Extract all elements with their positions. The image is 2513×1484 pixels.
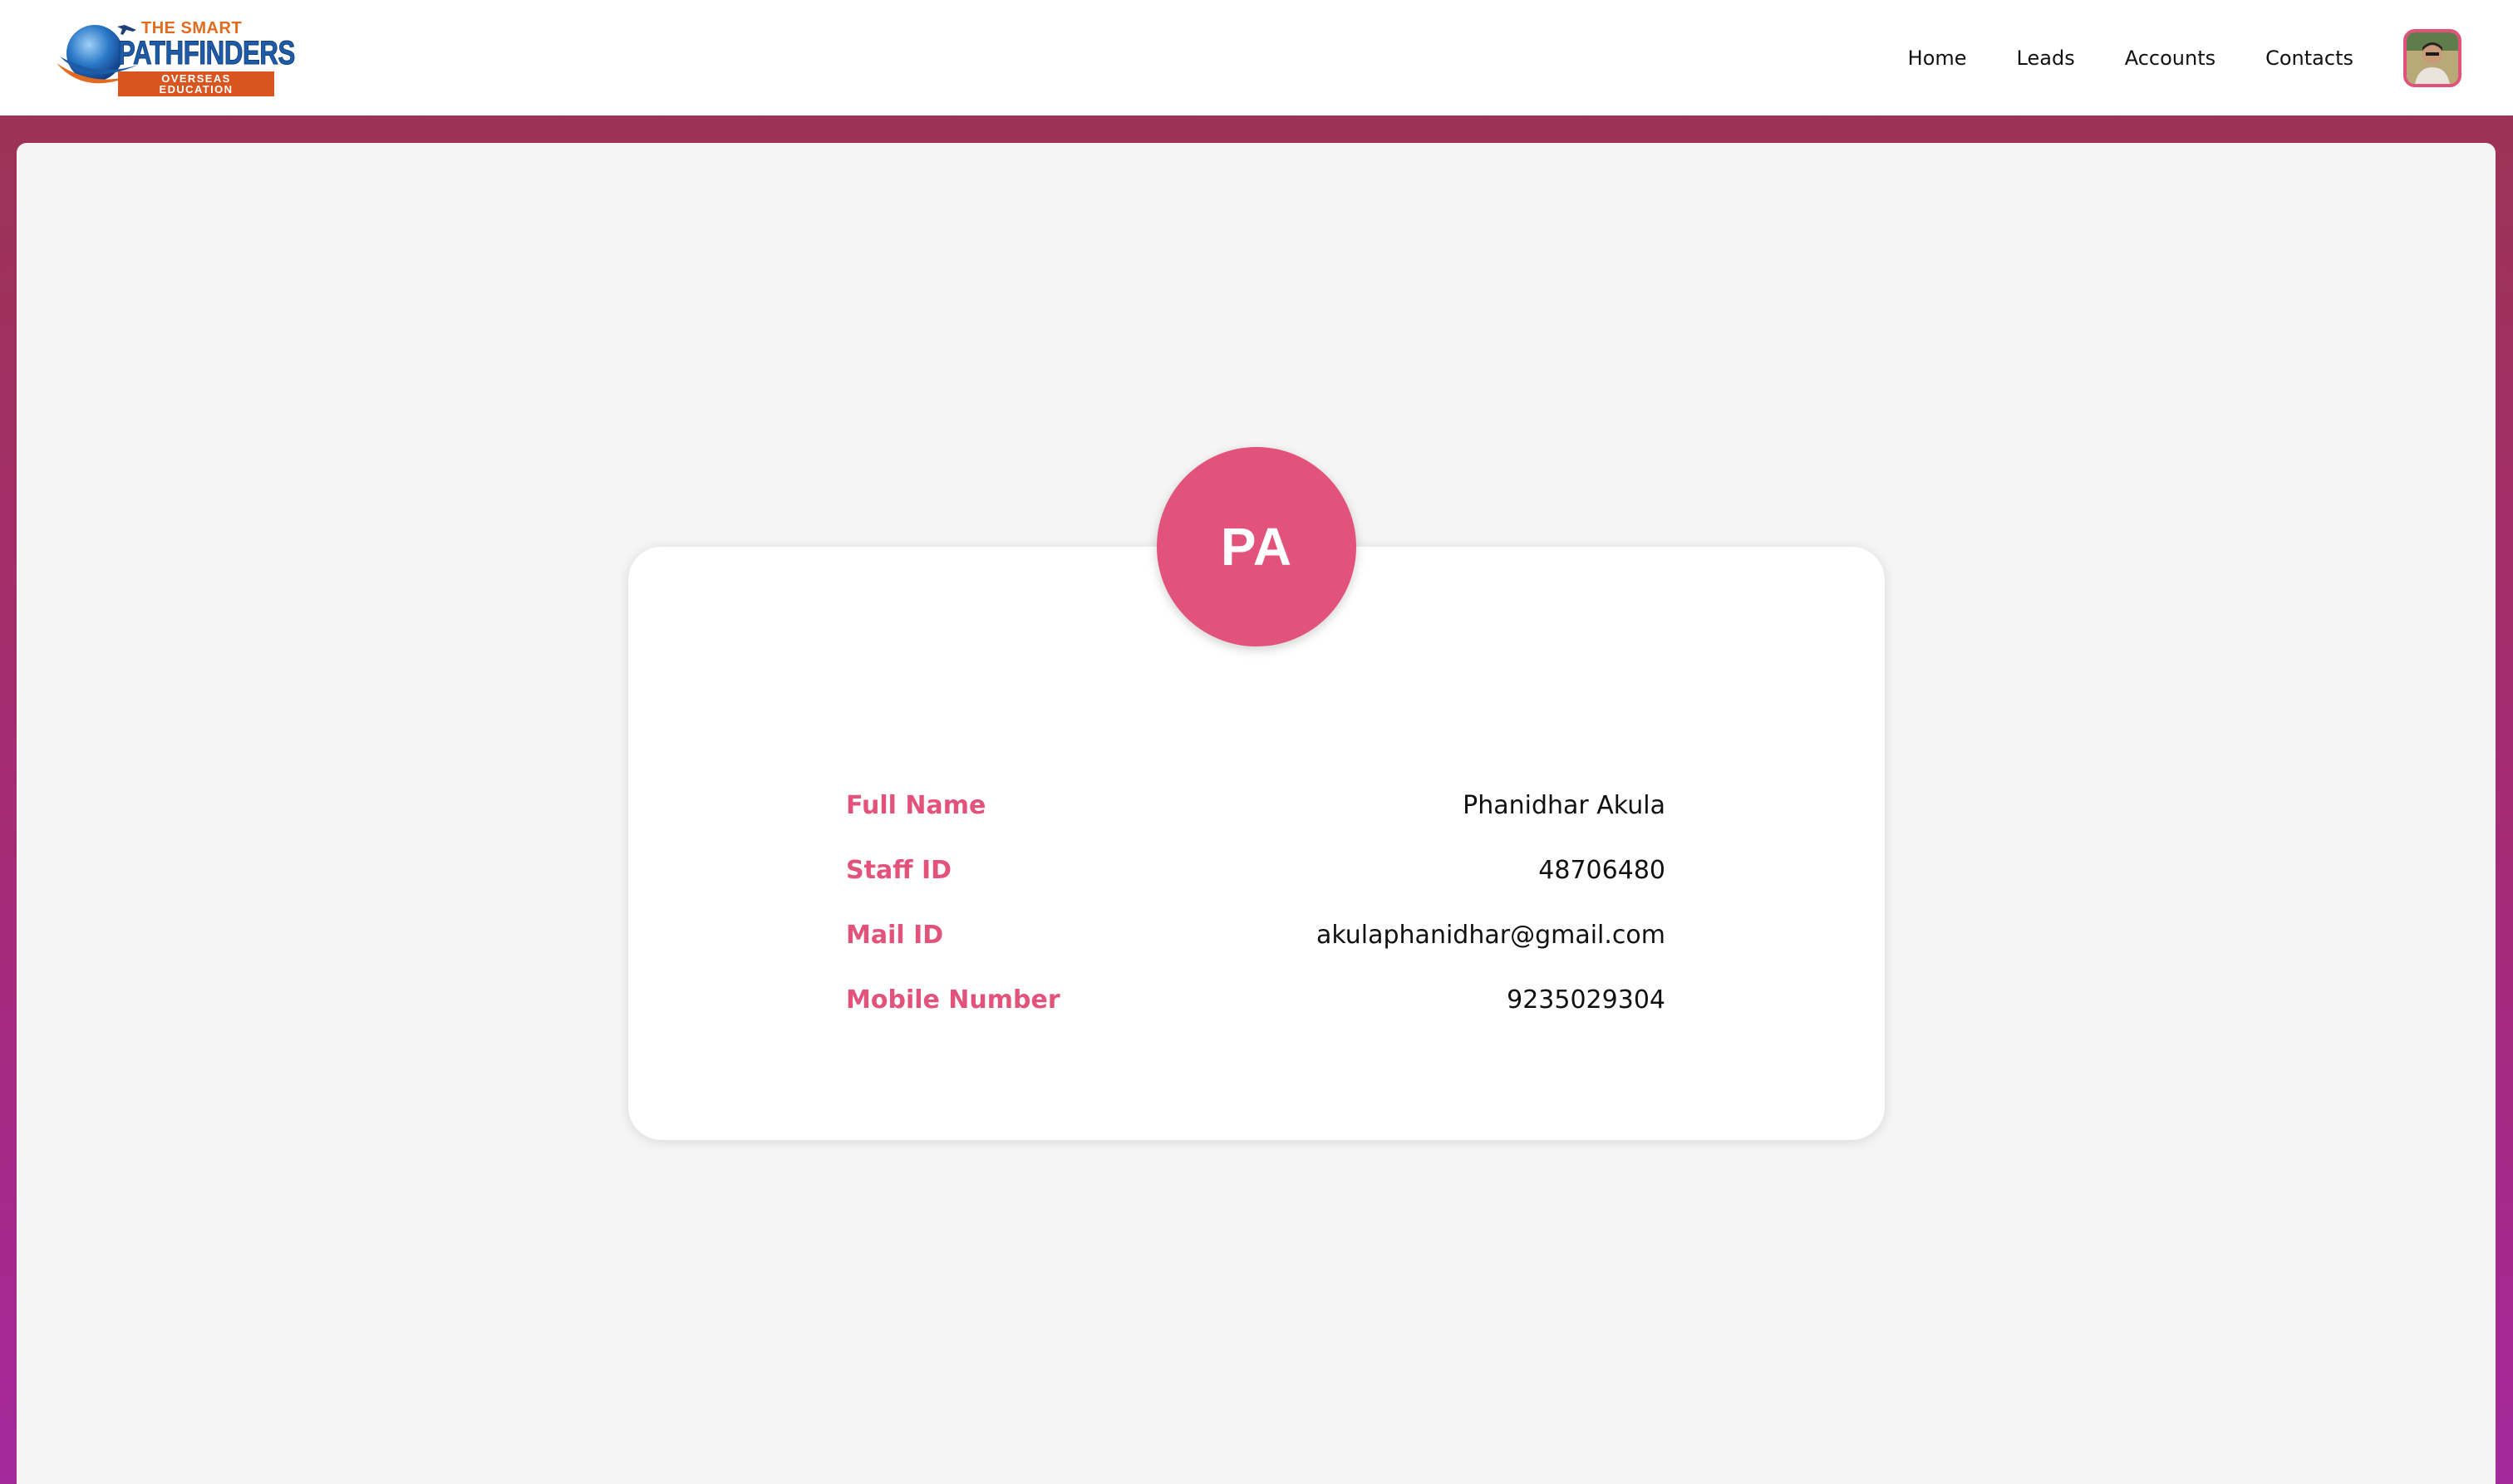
logo-wordmark: THE SMART PATHFINDERS OVERSEAS EDUCATION — [118, 20, 367, 96]
mail-id-value: akulaphanidhar@gmail.com — [1316, 920, 1665, 950]
full-name-value: Phanidhar Akula — [1463, 790, 1665, 820]
nav-accounts[interactable]: Accounts — [2125, 47, 2215, 70]
detail-row-mobile-number: Mobile Number 9235029304 — [846, 967, 1665, 1032]
staff-id-value: 48706480 — [1538, 855, 1665, 885]
detail-row-staff-id: Staff ID 48706480 — [846, 838, 1665, 902]
mobile-number-value: 9235029304 — [1507, 985, 1665, 1015]
profile-details: Full Name Phanidhar Akula Staff ID 48706… — [846, 773, 1665, 1032]
staff-id-label: Staff ID — [846, 855, 952, 885]
mail-id-label: Mail ID — [846, 920, 944, 950]
logo-sub-text: OVERSEAS EDUCATION — [118, 71, 274, 96]
nav-leads[interactable]: Leads — [2017, 47, 2075, 70]
company-logo[interactable]: THE SMART PATHFINDERS OVERSEAS EDUCATION — [52, 17, 367, 100]
top-navbar: THE SMART PATHFINDERS OVERSEAS EDUCATION… — [0, 0, 2513, 115]
main-nav: Home Leads Accounts Contacts — [1908, 28, 2461, 87]
nav-home[interactable]: Home — [1908, 47, 1967, 70]
detail-row-mail-id: Mail ID akulaphanidhar@gmail.com — [846, 902, 1665, 967]
full-name-label: Full Name — [846, 790, 986, 820]
profile-initials-avatar: PA — [1157, 447, 1356, 646]
mobile-number-label: Mobile Number — [846, 985, 1060, 1015]
user-photo-icon — [2407, 32, 2458, 84]
logo-main-text: PATHFINDERS — [118, 34, 296, 71]
nav-contacts[interactable]: Contacts — [2265, 47, 2353, 70]
logo-top-text: THE SMART — [141, 18, 243, 37]
detail-row-full-name: Full Name Phanidhar Akula — [846, 773, 1665, 838]
user-avatar[interactable] — [2403, 28, 2461, 87]
